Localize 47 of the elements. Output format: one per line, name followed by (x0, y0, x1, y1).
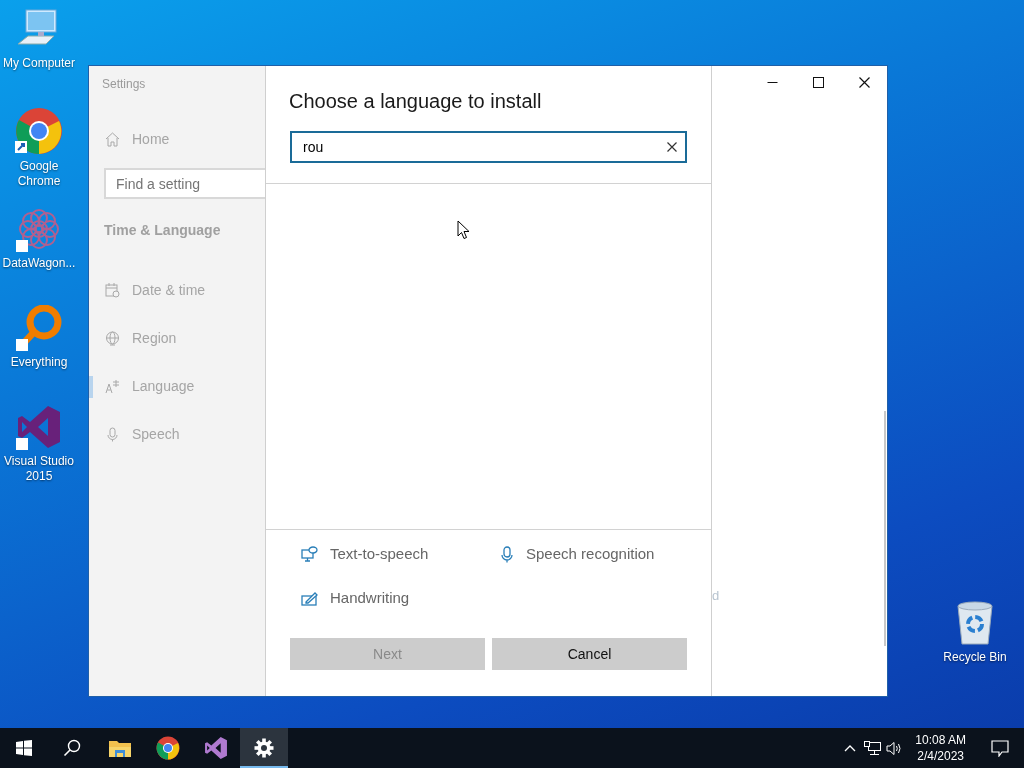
taskbar-app[interactable] (240, 728, 288, 768)
visual-studio-icon (204, 736, 228, 760)
globe-icon (105, 330, 120, 346)
home-link[interactable]: Home (89, 106, 265, 156)
dialog-title: Choose a language to install (288, 89, 543, 114)
cancel-button[interactable]: Cancel (492, 638, 687, 670)
icon-label[interactable]: Recycle Bin (943, 650, 1007, 665)
text-fragment: d (712, 587, 720, 605)
clock[interactable]: 10:08 AM 2/4/2023 (905, 732, 976, 764)
home-icon (105, 131, 120, 147)
feature-label: Text-to-speech (301, 543, 500, 565)
search-icon (63, 739, 81, 757)
section-heading: Time & Language (103, 221, 222, 240)
microphone-icon (105, 426, 120, 442)
icon-label[interactable]: Google Chrome (0, 159, 78, 189)
folder-icon (109, 739, 131, 757)
speech-bubble-icon (301, 546, 318, 562)
icon-label[interactable]: DataWagon... (2, 256, 76, 271)
close-icon (858, 76, 870, 88)
feature-label: Speech recognition (500, 543, 711, 565)
sidebar-item[interactable]: Date & time (89, 266, 265, 314)
window-title: Settings (101, 76, 147, 93)
search-field[interactable]: Find a setting (104, 168, 265, 199)
language-icon (105, 378, 120, 394)
pen-icon (301, 590, 318, 606)
windows-logo-icon (16, 740, 32, 756)
gear-icon (254, 738, 274, 758)
feature-label: Handwriting (301, 587, 500, 609)
icon-label[interactable]: My Computer (3, 56, 75, 71)
sidebar-item[interactable]: Region (89, 314, 265, 362)
sidebar-item[interactable]: Language (89, 362, 265, 410)
chrome-icon[interactable] (15, 107, 63, 155)
recycle-bin-icon[interactable] (955, 600, 995, 646)
flower-icon[interactable] (16, 206, 62, 252)
sidebar-item[interactable]: Speech (89, 410, 265, 458)
search-field[interactable]: rou (290, 131, 687, 163)
icon-label[interactable]: Visual Studio 2015 (0, 454, 78, 484)
icon-label[interactable]: Everything (10, 355, 68, 370)
chrome-icon (156, 736, 180, 760)
microphone-icon (500, 545, 514, 563)
maximize-icon (812, 76, 824, 88)
clear-icon[interactable] (667, 142, 677, 152)
network-icon[interactable] (861, 740, 884, 756)
visual-studio-icon[interactable] (16, 404, 62, 450)
magnifier-icon[interactable] (16, 305, 62, 351)
cursor-icon (457, 220, 470, 240)
calendar-icon (105, 282, 120, 298)
